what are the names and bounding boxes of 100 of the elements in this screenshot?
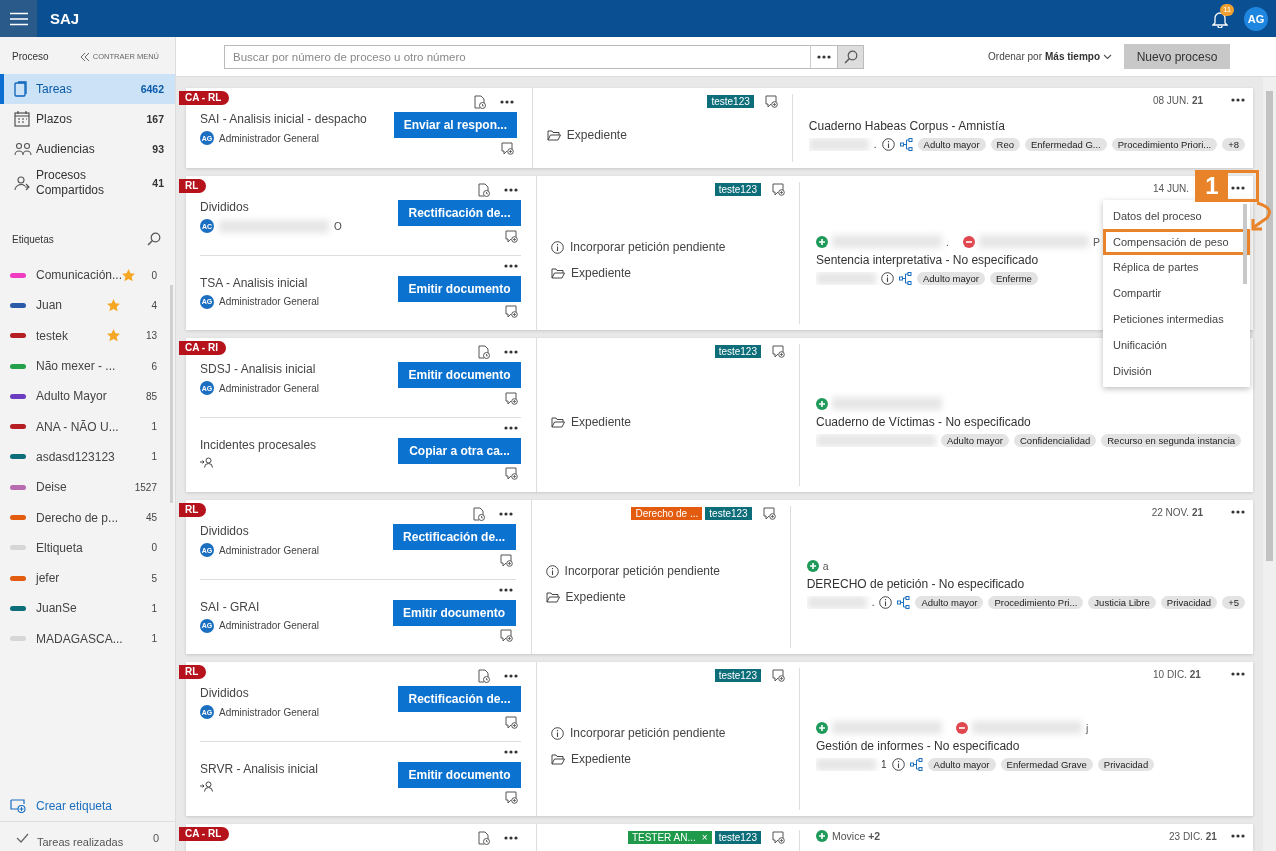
date-label: 22 NOV. 21 [1151,506,1203,518]
label-item[interactable]: Deise 1527 [0,472,175,503]
label-item[interactable]: testek 13 [0,320,175,351]
party-name: j [1086,721,1089,734]
menu-item[interactable]: Compartir [1103,280,1250,307]
menu-item[interactable]: Peticiones intermedias [1103,306,1250,332]
chip[interactable]: +8 [1222,138,1245,151]
case-badge: RL [179,665,207,679]
assignee-name: Administrador General [219,296,320,307]
date-label: 14 JUN. [1153,182,1191,194]
label-item[interactable]: Juan 4 [0,290,175,321]
case-number: . [873,139,877,150]
nav-item[interactable]: Procesos Compartidos 41 [0,164,175,202]
task-title: Divididos [200,524,250,538]
action-button[interactable]: Rectificación de... [392,524,516,550]
note-text[interactable]: Incorporar petición pendiente [570,726,726,740]
date-label: 10 DIC. 21 [1153,668,1202,680]
chip[interactable]: Adulto mayor [941,434,1009,447]
tag[interactable]: teste123 [714,344,761,358]
menu-item[interactable]: Unificación [1103,332,1250,358]
action-button[interactable]: Copiar a otra ca... [398,437,521,464]
notification-badge: 11 [1220,3,1235,16]
remove-tag-button[interactable]: × [701,830,708,844]
tag[interactable]: teste123 [707,94,754,108]
case-number: . [871,596,875,608]
party-name: Movice +2 [832,830,881,842]
note-text[interactable]: Expediente [565,590,626,604]
search-field[interactable]: Buscar por número de proceso u otro número [224,44,810,69]
chip[interactable]: Enfermedad Grave [1000,758,1093,771]
note-text[interactable]: Expediente [566,128,627,142]
action-button[interactable]: Rectificación de... [398,200,521,226]
label-item[interactable]: jefer 5 [0,562,175,594]
action-button[interactable]: Emitir documento [398,275,521,302]
tag[interactable]: TESTER AN... × [627,830,712,844]
chip[interactable]: Enferme [990,272,1038,285]
note-text[interactable]: Expediente [571,266,632,280]
action-button[interactable]: Enviar al respon... [393,112,517,138]
label-item[interactable]: asdasd123123 1 [0,441,175,473]
tag[interactable]: teste123 [714,830,761,844]
section-heading: Proceso [12,51,49,62]
case-badge: CA - RI [179,341,226,355]
label-item[interactable]: Comunicación... 0 [0,260,175,291]
chip[interactable]: Procedimiento Priori... [1111,138,1218,151]
label-item[interactable]: Não mexer - ... 6 [0,350,175,382]
nav-item[interactable]: Audiencias 93 [0,134,175,164]
chip[interactable]: Confidencialidad [1014,434,1097,447]
label-item[interactable]: MADAGASCA... 1 [0,623,175,654]
chip[interactable]: Recurso en segunda instancia [1101,434,1242,447]
assignee-name: Administrador General [219,706,320,718]
task-title: Divididos [200,686,250,700]
label-item[interactable]: Derecho de p... 45 [0,502,175,533]
note-text[interactable]: Incorporar petición pendiente [564,564,721,578]
chip[interactable]: Justicia Libre [1088,595,1156,609]
note-text[interactable]: Expediente [571,752,632,766]
date-label: 08 JUN. 21 [1152,94,1203,106]
chip[interactable]: Reo [990,138,1020,151]
case-number: 1 [881,759,887,770]
nav-item[interactable]: Plazos 167 [0,104,175,134]
action-button[interactable]: Emitir documento [392,599,516,626]
create-label-link[interactable]: Crear etiqueta [0,791,175,821]
task-title: Divididos [200,200,250,214]
label-item[interactable]: Eltiqueta 0 [0,532,175,563]
label-item[interactable]: ANA - NÃO U... 1 [0,411,175,442]
action-button[interactable]: Emitir documento [398,362,521,388]
chip[interactable]: Enfermedad G... [1025,138,1107,151]
case-badge: RL [179,179,207,193]
menu-item[interactable]: Réplica de partes [1103,254,1250,281]
menu-item[interactable]: Compensación de peso [1103,228,1250,255]
new-process-button[interactable]: Nuevo proceso [1124,44,1230,69]
tag[interactable]: teste123 [705,506,752,520]
label-item[interactable]: Adulto Mayor 85 [0,381,175,412]
chip[interactable]: Privacidad [1097,758,1155,771]
tag[interactable]: teste123 [714,182,761,196]
assignee-name: Administrador General [219,132,320,144]
chip[interactable]: Adulto mayor [917,138,986,151]
tag[interactable]: teste123 [714,668,761,682]
note-text[interactable]: Incorporar petición pendiente [570,240,726,254]
chip[interactable]: Adulto mayor [917,272,985,285]
menu-item[interactable]: División [1103,357,1250,384]
label-item[interactable]: JuanSe 1 [0,593,175,624]
case-subject: Cuaderno de Víctimas - No especificado [816,415,1031,429]
nav-item[interactable]: Tareas 6462 [0,74,175,104]
sort-dropdown[interactable]: Ordenar por Más tiempo [988,51,1112,62]
case-subject: Cuaderno Habeas Corpus - Amnistía [808,119,1005,133]
chip[interactable]: Privacidad [1160,595,1218,609]
assignee-name: Administrador General [219,382,320,394]
chip[interactable]: Adulto mayor [927,758,996,771]
menu-item[interactable]: Datos del proceso [1103,203,1250,229]
note-text[interactable]: Expediente [571,415,632,429]
chip[interactable]: +5 [1222,595,1245,609]
action-button[interactable]: Rectificación de... [398,686,521,712]
date-label: 23 DIC. 21 [1169,830,1218,842]
done-tasks-item[interactable]: Tareas realizadas 0 [0,821,175,851]
action-button[interactable]: Emitir documento [398,761,521,788]
user-avatar[interactable]: AG [1244,6,1268,31]
party-name: a [822,559,829,572]
task-title: TSA - Analisis inicial [200,275,309,290]
chip[interactable]: Procedimiento Pri... [988,595,1084,609]
tag[interactable]: Derecho de ... [631,506,703,520]
chip[interactable]: Adulto mayor [915,595,984,609]
